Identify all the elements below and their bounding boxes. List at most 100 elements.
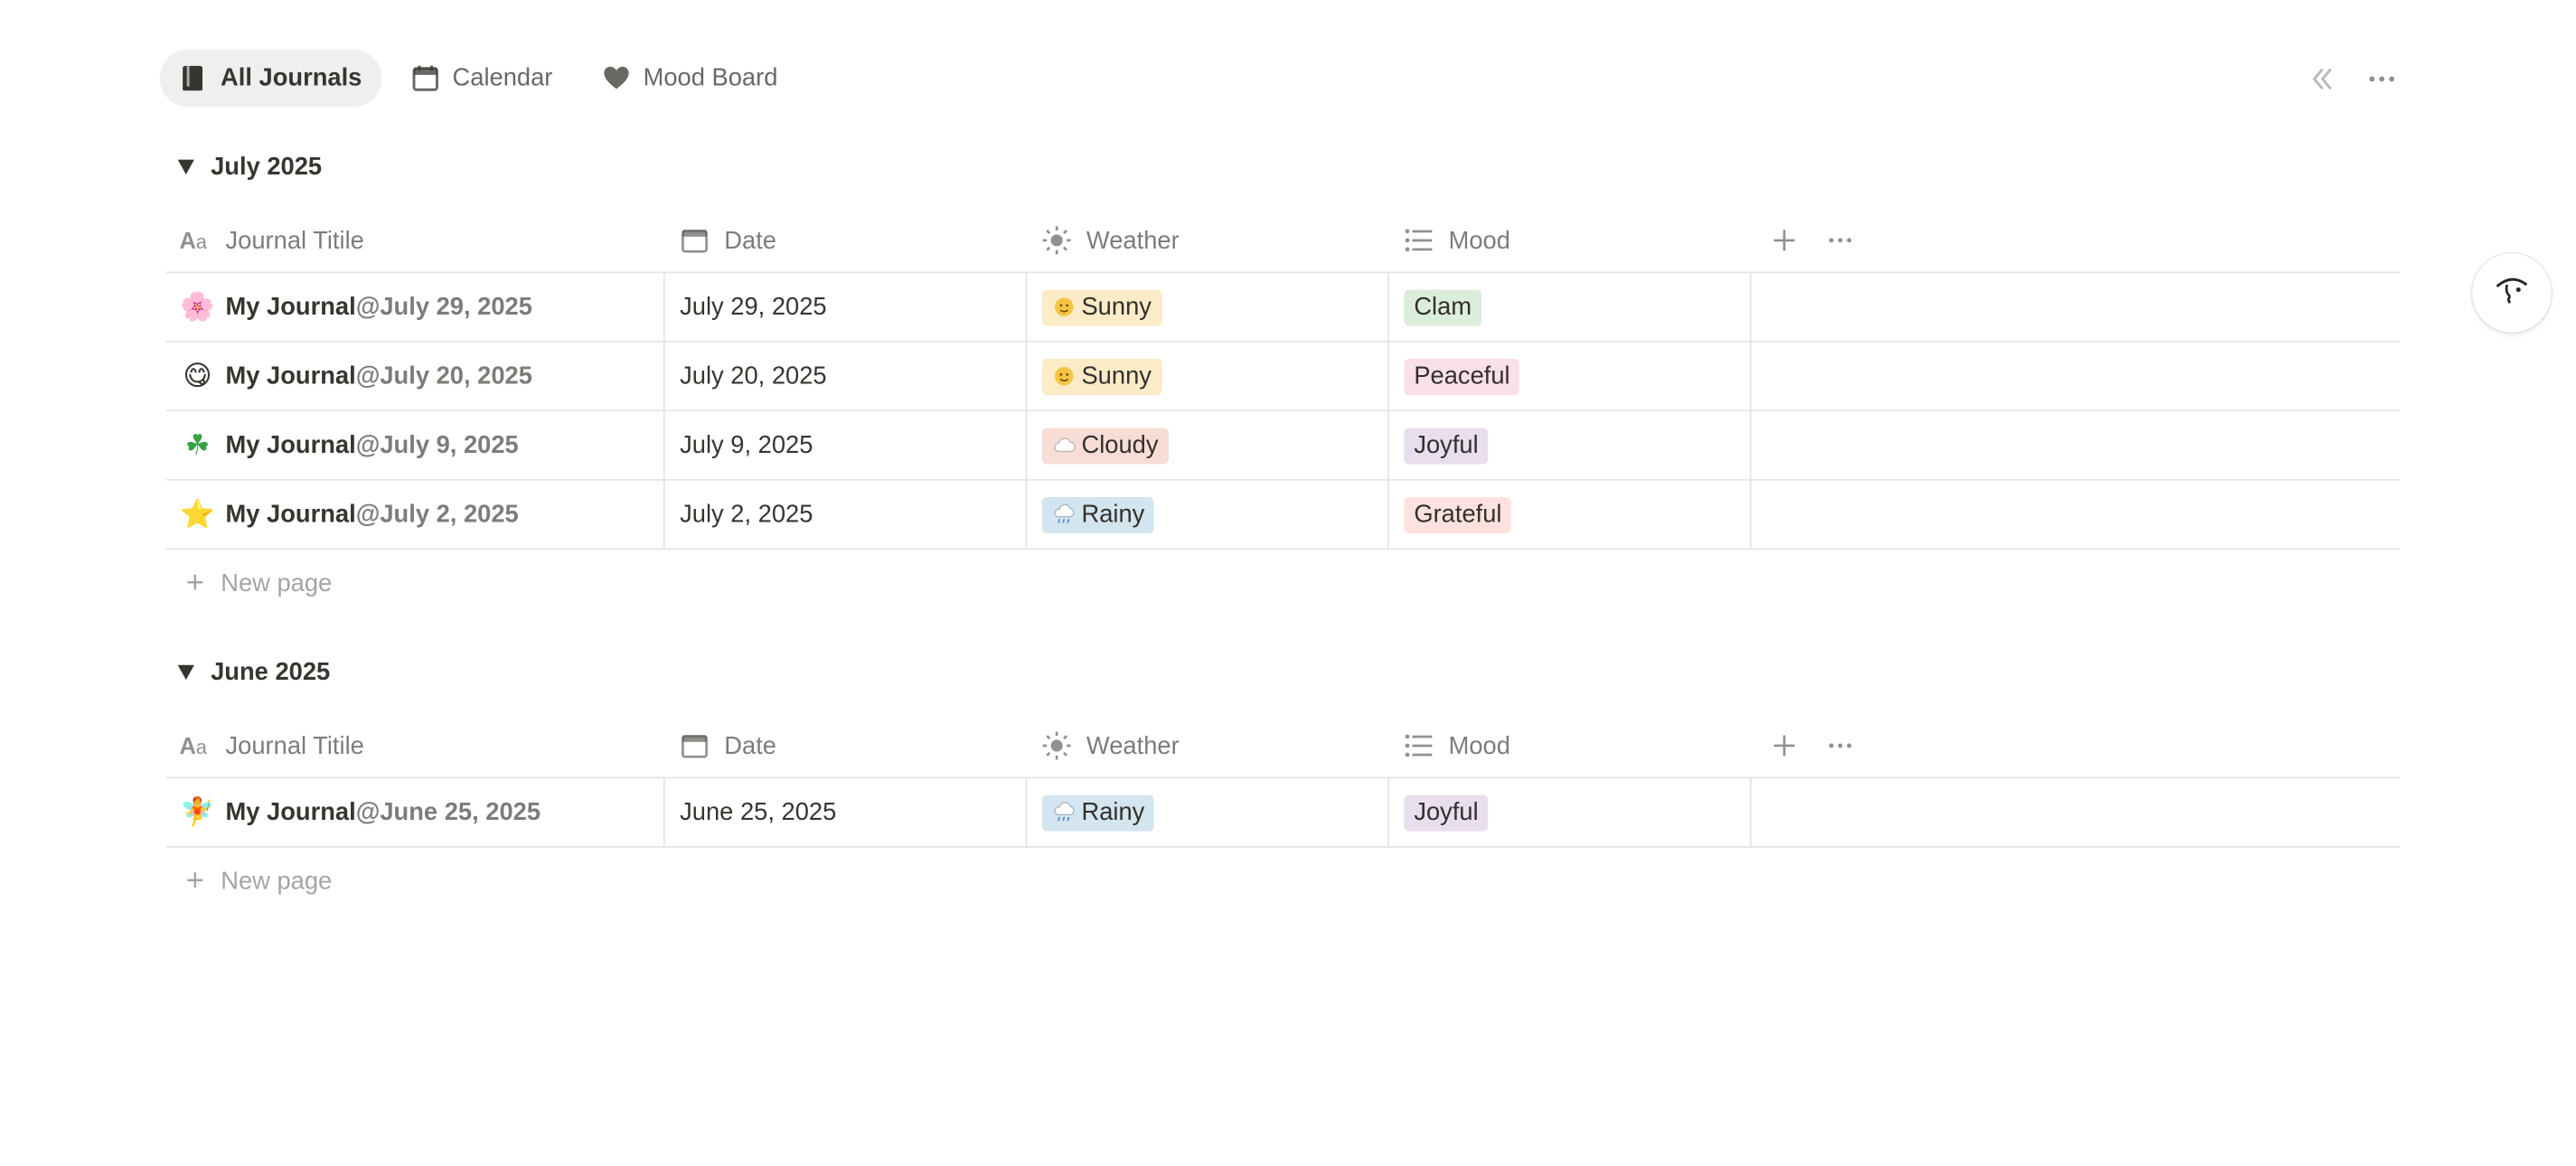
column-header-mood[interactable]: Mood (1389, 714, 1752, 776)
group-header-july[interactable]: July 2025 (177, 153, 322, 181)
journal-title: My Journal@July 20, 2025 (225, 362, 532, 390)
plus-icon: + (185, 565, 205, 600)
journal-title: My Journal@July 9, 2025 (225, 431, 519, 460)
list-icon (1403, 729, 1435, 762)
plus-icon: + (185, 863, 205, 898)
list-icon (1403, 224, 1435, 257)
svg-text:A: A (179, 734, 195, 759)
journal-table-july: Aa Journal Titile Date Weather Mood 🌸 My… (165, 209, 2401, 616)
more-options-icon[interactable] (2364, 60, 2400, 99)
title-cell[interactable]: 🧚 My Journal@June 25, 2025 (166, 778, 665, 847)
date-value: July 29, 2025 (680, 293, 827, 322)
page-emoji-icon: 🧚 (180, 795, 215, 829)
title-cell[interactable]: 😋 My Journal@July 20, 2025 (166, 342, 665, 410)
table-row[interactable]: ☘ My Journal@July 9, 2025 July 9, 2025 C… (165, 411, 2401, 481)
mood-tag: Grateful (1404, 496, 1512, 533)
new-page-button[interactable]: + New page (166, 550, 2400, 616)
weather-cell[interactable]: Rainy (1027, 480, 1390, 549)
empty-cell (1752, 411, 2401, 479)
new-page-label: New page (221, 569, 333, 597)
table-row[interactable]: 🌸 My Journal@July 29, 2025 July 29, 2025… (165, 273, 2401, 343)
column-label: Mood (1448, 731, 1510, 760)
weather-cell[interactable]: Rainy (1027, 778, 1390, 847)
more-options-icon[interactable] (1824, 224, 1857, 257)
table-row[interactable]: 🧚 My Journal@June 25, 2025 June 25, 2025… (165, 778, 2401, 848)
sun-icon (1040, 729, 1073, 762)
title-cell[interactable]: ☘ My Journal@July 9, 2025 (166, 411, 665, 479)
empty-cell (1752, 481, 2401, 549)
column-label: Date (724, 731, 776, 760)
mood-cell[interactable]: Joyful (1389, 778, 1752, 847)
tab-all-journals[interactable]: All Journals (159, 49, 382, 108)
tab-label: Mood Board (643, 64, 778, 92)
column-label: Journal Titile (225, 731, 364, 760)
column-header-date[interactable]: Date (665, 209, 1028, 271)
mood-cell[interactable]: Clam (1389, 273, 1752, 341)
column-header-date[interactable]: Date (665, 714, 1028, 776)
empty-cell (1752, 343, 2401, 410)
column-header-weather[interactable]: Weather (1027, 714, 1389, 776)
table-header: Aa Journal Titile Date Weather Mood (165, 209, 2401, 274)
mood-cell[interactable]: Peaceful (1389, 342, 1752, 410)
heart-icon (602, 64, 630, 92)
page-emoji-icon: ⭐ (180, 497, 215, 531)
calendar-icon (411, 64, 439, 92)
column-header-title[interactable]: Aa Journal Titile (166, 714, 665, 776)
table-row[interactable]: 😋 My Journal@July 20, 2025 July 20, 2025… (165, 342, 2401, 412)
caret-down-icon[interactable] (177, 664, 194, 681)
svg-text:a: a (196, 230, 208, 253)
page-emoji-icon: ☘ (184, 428, 211, 462)
date-value: July 20, 2025 (680, 362, 827, 390)
journal-database-view: All Journals Calendar Mood Board July 20… (0, 0, 2576, 1166)
add-property-icon[interactable] (1768, 729, 1800, 762)
table-row[interactable]: ⭐ My Journal@July 2, 2025 July 2, 2025 R… (165, 480, 2401, 550)
date-cell[interactable]: July 20, 2025 (665, 342, 1028, 410)
date-cell[interactable]: July 9, 2025 (665, 411, 1028, 479)
mood-cell[interactable]: Grateful (1389, 480, 1752, 549)
weather-tag: Rainy (1041, 496, 1155, 533)
weather-cell[interactable]: Sunny (1027, 342, 1390, 410)
assistant-face-icon (2492, 269, 2532, 317)
tab-label: Calendar (452, 64, 553, 92)
column-header-mood[interactable]: Mood (1389, 209, 1752, 271)
tab-calendar[interactable]: Calendar (391, 50, 572, 108)
weather-tag: Sunny (1041, 288, 1161, 325)
sun-face-icon (1052, 295, 1076, 319)
date-cell[interactable]: June 25, 2025 (665, 778, 1028, 847)
rain-cloud-icon (1052, 502, 1076, 526)
column-label: Weather (1086, 226, 1180, 255)
date-cell[interactable]: July 29, 2025 (665, 273, 1028, 341)
date-value: June 25, 2025 (680, 798, 837, 827)
new-page-button[interactable]: + New page (166, 848, 2400, 914)
sun-face-icon (1052, 363, 1076, 388)
calendar-icon (678, 729, 710, 762)
weather-cell[interactable]: Cloudy (1027, 411, 1390, 479)
add-property-icon[interactable] (1768, 224, 1800, 257)
text-property-icon: Aa (179, 224, 212, 257)
weather-tag: Sunny (1041, 358, 1161, 395)
assistant-float-button[interactable] (2472, 253, 2552, 333)
column-header-actions (1752, 714, 2401, 776)
column-header-title[interactable]: Aa Journal Titile (166, 209, 665, 271)
mood-cell[interactable]: Joyful (1389, 411, 1752, 479)
rain-cloud-icon (1052, 800, 1076, 824)
svg-text:a: a (196, 736, 208, 758)
more-options-icon[interactable] (1824, 729, 1857, 762)
date-value: July 9, 2025 (680, 431, 813, 460)
journal-title: My Journal@June 25, 2025 (225, 798, 541, 827)
weather-cell[interactable]: Sunny (1027, 273, 1390, 341)
mood-tag: Peaceful (1404, 358, 1520, 395)
title-cell[interactable]: ⭐ My Journal@July 2, 2025 (166, 480, 665, 549)
calendar-icon (678, 224, 710, 257)
date-cell[interactable]: July 2, 2025 (665, 480, 1028, 549)
group-header-june[interactable]: June 2025 (177, 658, 330, 686)
title-cell[interactable]: 🌸 My Journal@July 29, 2025 (166, 273, 665, 341)
table-header: Aa Journal Titile Date Weather Mood (165, 714, 2401, 779)
tab-mood-board[interactable]: Mood Board (582, 50, 797, 108)
column-label: Weather (1086, 731, 1180, 760)
mood-tag: Joyful (1404, 794, 1489, 831)
column-label: Date (724, 226, 776, 255)
caret-down-icon[interactable] (177, 159, 194, 175)
double-chevron-left-icon[interactable] (2305, 60, 2341, 99)
column-header-weather[interactable]: Weather (1027, 209, 1389, 271)
